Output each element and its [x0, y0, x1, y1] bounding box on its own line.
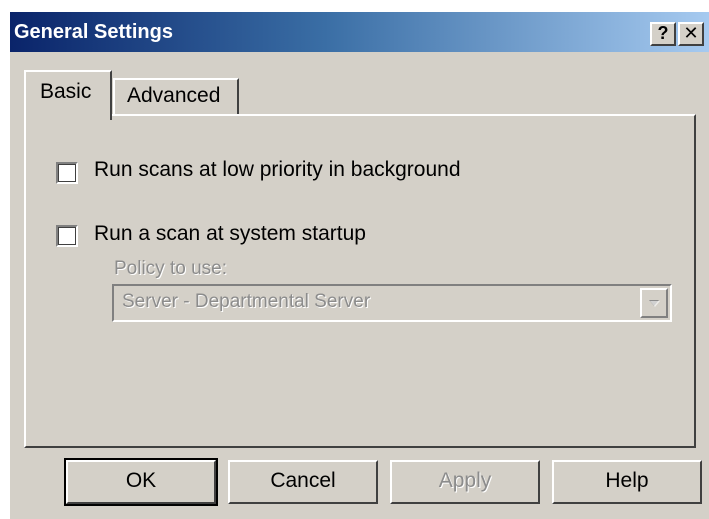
- tab-panel-basic: Run scans at low priority in background …: [24, 114, 696, 448]
- title-bar[interactable]: General Settings ? ✕: [10, 12, 709, 52]
- ok-button[interactable]: OK: [64, 458, 218, 506]
- apply-button[interactable]: Apply: [390, 460, 540, 504]
- help-icon[interactable]: ?: [650, 22, 676, 46]
- low-priority-label[interactable]: Run scans at low priority in background: [94, 158, 461, 182]
- general-settings-dialog: General Settings ? ✕ Basic Advanced Run …: [8, 10, 709, 519]
- startup-scan-checkbox[interactable]: [56, 225, 78, 247]
- low-priority-checkbox[interactable]: [56, 162, 78, 184]
- policy-select[interactable]: Server - Departmental Server: [112, 284, 672, 322]
- window-title: General Settings: [14, 21, 173, 43]
- policy-select-value: Server - Departmental Server: [122, 291, 371, 312]
- policy-label: Policy to use:: [114, 258, 227, 279]
- tab-advanced[interactable]: Advanced: [113, 78, 239, 114]
- chevron-down-icon[interactable]: [640, 288, 668, 318]
- help-button[interactable]: Help: [552, 460, 702, 504]
- close-icon[interactable]: ✕: [678, 22, 704, 46]
- startup-scan-label[interactable]: Run a scan at system startup: [94, 222, 366, 246]
- tab-basic[interactable]: Basic: [24, 70, 112, 120]
- cancel-button[interactable]: Cancel: [228, 460, 378, 504]
